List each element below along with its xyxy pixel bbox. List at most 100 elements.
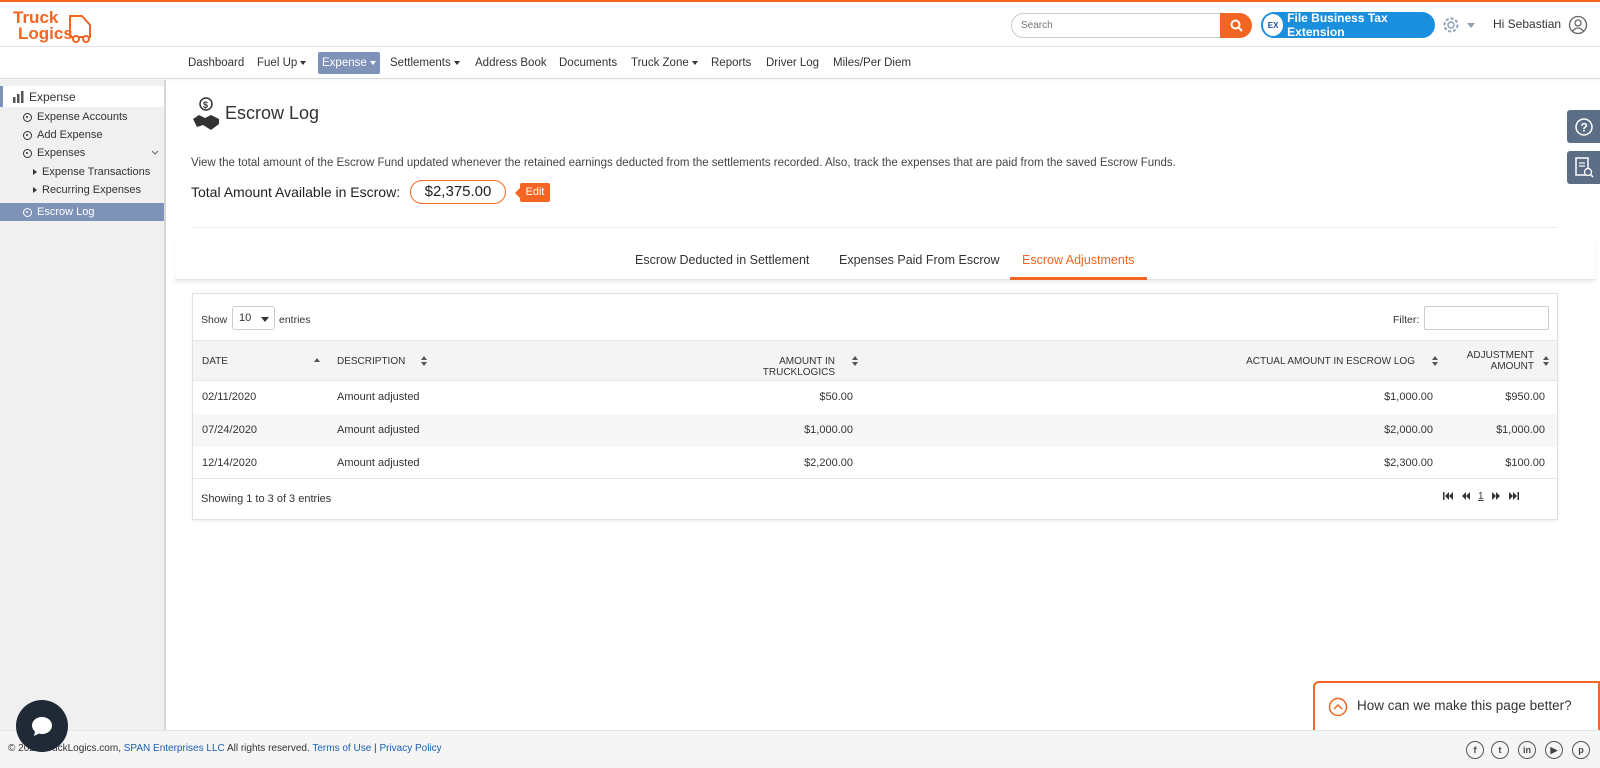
user-circle-icon[interactable] [1568,15,1588,38]
nav-truck-zone[interactable]: Truck Zone [627,52,702,74]
tax-button-label: File Business Tax Extension [1287,11,1388,39]
col-date[interactable]: DATE [202,356,228,367]
table-row[interactable]: 02/11/2020 Amount adjusted $50.00 $1,000… [193,381,1557,414]
trucklogics-logo[interactable]: Truck Logics [12,6,96,44]
youtube-icon[interactable]: ▶ [1545,741,1563,759]
previous-page-icon[interactable] [1461,491,1471,501]
chat-button[interactable] [16,700,68,752]
svg-text:?: ? [1580,120,1587,134]
page-number[interactable]: 1 [1478,491,1484,502]
cell-date: 07/24/2020 [202,424,258,436]
privacy-link[interactable]: Privacy Policy [379,743,441,754]
feedback-widget[interactable]: How can we make this page better? [1313,681,1600,730]
file-tax-extension-button[interactable]: EX File Business Tax Extension [1261,11,1435,39]
table-header: DATE DESCRIPTION AMOUNT IN TRUCKLOGICS A… [193,340,1557,381]
nav-label: Documents [559,57,618,69]
terms-link[interactable]: Terms of Use [312,743,371,754]
total-escrow-label: Total Amount Available in Escrow: [191,184,401,200]
nav-reports[interactable]: Reports [707,52,755,74]
nav-expense[interactable]: Expense [318,52,380,74]
logo-text-2: Logics [18,24,73,43]
page-description: View the total amount of the Escrow Fund… [191,157,1176,169]
linkedin-icon[interactable]: in [1518,741,1536,759]
entries-value: 10 [239,312,252,324]
settings-menu[interactable] [1441,14,1477,36]
nav-label: Driver Log [766,57,820,69]
cell-actual-amount: $1,000.00 [1384,391,1433,403]
sidebar-item-add-expense[interactable]: Add Expense [0,126,164,144]
nav-dashboard[interactable]: Dashboard [184,52,248,74]
cell-description: Amount adjusted [337,391,420,403]
nav-label: Address Book [475,57,547,69]
nav-label: Miles/Per Diem [833,57,911,69]
adjustments-table-card: Show 10 entries Filter: DATE DESCRIPTION… [192,293,1558,520]
caret-down-icon [300,61,307,65]
facebook-icon[interactable]: f [1466,741,1484,759]
search-icon [1230,19,1243,32]
col-actual-amount[interactable]: ACTUAL AMOUNT IN ESCROW LOG [1213,356,1415,367]
sort-asc-icon[interactable] [314,355,321,366]
col-adjustment-line2: AMOUNT [1490,361,1534,372]
total-escrow-amount: $2,375.00 [410,180,506,204]
nav-address-book[interactable]: Address Book [471,52,551,74]
caret-down-icon [691,61,698,65]
circle-dot-icon [23,148,32,158]
sidebar-item-expense-transactions[interactable]: Expense Transactions [0,163,164,181]
sidebar-item-recurring-expenses[interactable]: Recurring Expenses [0,181,164,199]
company-link[interactable]: SPAN Enterprises LLC [124,743,225,754]
table-row[interactable]: 07/24/2020 Amount adjusted $1,000.00 $2,… [193,414,1557,447]
sort-icon[interactable] [852,356,859,367]
report-button[interactable] [1567,151,1600,184]
pagination: 1 [1443,489,1519,503]
bar-chart-icon [13,90,24,103]
nav-miles-per-diem[interactable]: Miles/Per Diem [829,52,915,74]
nav-fuel-up[interactable]: Fuel Up [253,52,310,74]
tab-expenses-paid-from-escrow[interactable]: Expenses Paid From Escrow [839,253,999,267]
nav-documents[interactable]: Documents [555,52,621,74]
help-button[interactable]: ? [1567,110,1600,143]
search-box [1011,13,1252,38]
chevron-down-icon [1467,22,1475,28]
table-row[interactable]: 12/14/2020 Amount adjusted $2,200.00 $2,… [193,447,1557,480]
edit-escrow-button[interactable]: Edit [515,183,550,202]
sidebar-heading-label: Expense [29,89,76,104]
sidebar-heading[interactable]: Expense [0,86,164,107]
col-description[interactable]: DESCRIPTION [337,356,405,367]
last-page-icon[interactable] [1508,491,1519,501]
entries-per-page-select[interactable]: 10 [232,306,275,330]
cell-adjustment: $1,000.00 [1496,424,1545,436]
divider [191,227,1558,228]
search-button[interactable] [1220,13,1252,38]
nav-label: Reports [711,57,752,69]
sidebar-item-escrow-log[interactable]: Escrow Log [0,203,164,221]
pinterest-icon[interactable]: p [1572,741,1590,759]
chat-icon [32,717,52,736]
nav-driver-log[interactable]: Driver Log [762,52,823,74]
first-page-icon[interactable] [1443,491,1454,501]
filter-input[interactable] [1424,306,1549,330]
next-page-icon[interactable] [1491,491,1501,501]
entries-label: entries [279,314,311,326]
cell-adjustment: $950.00 [1505,391,1545,403]
sidebar-item-expense-accounts[interactable]: Expense Accounts [0,108,164,126]
active-tab-indicator [1010,277,1147,280]
twitter-icon[interactable]: t [1491,741,1509,759]
tab-escrow-adjustments[interactable]: Escrow Adjustments [1022,253,1135,267]
sidebar-item-label: Expense Accounts [37,111,128,123]
gear-icon [1443,17,1459,33]
search-input[interactable] [1011,13,1221,38]
col-amount-trucklogics[interactable]: AMOUNT IN TRUCKLOGICS [711,356,835,378]
sidebar-item-expenses[interactable]: Expenses [0,144,164,162]
chevron-up-circle-icon [1328,697,1348,717]
page-title: Escrow Log [225,103,320,123]
expressextension-icon: EX [1263,14,1284,36]
sort-icon[interactable] [1543,356,1550,367]
caret-down-icon [369,61,376,65]
col-adjustment-amount[interactable]: ADJUSTMENT AMOUNT [1438,350,1534,372]
divider [193,478,1557,479]
user-greeting[interactable]: Hi Sebastian [1493,17,1561,31]
circle-dot-icon [23,130,32,140]
tab-escrow-deducted[interactable]: Escrow Deducted in Settlement [635,253,809,267]
nav-settlements[interactable]: Settlements [386,52,464,74]
sort-icon[interactable] [421,356,428,367]
